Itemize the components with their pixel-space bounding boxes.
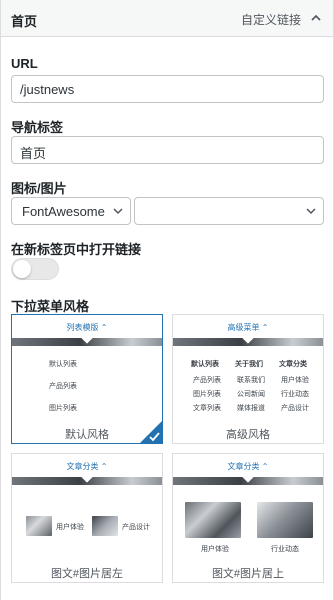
toggle-knob [13, 260, 31, 278]
preview-item: 图片列表 [193, 391, 221, 398]
icon-label: 图标/图片 [11, 181, 67, 196]
preview-item: 默认列表 [49, 361, 77, 368]
card-caption: 图文#图片居左 [50, 568, 124, 580]
preview-heading: 文章分类 [279, 361, 307, 368]
selected-check-icon [140, 421, 162, 443]
preview-photo [26, 516, 52, 536]
menu-item-title: 首页 [11, 14, 38, 29]
preview-item: 用户体验 [201, 546, 229, 553]
new-tab-toggle[interactable] [11, 258, 59, 280]
url-input[interactable]: /justnews [11, 75, 324, 103]
card-caption: 高级风格 [226, 429, 270, 441]
preview-item: 产品列表 [49, 383, 77, 390]
chevron-down-icon [113, 208, 123, 215]
preview-item: 行业动态 [271, 546, 299, 553]
preview-item: 产品设计 [281, 405, 309, 412]
preview-heading: 默认列表 [191, 361, 219, 368]
card-banner [173, 471, 323, 485]
preview-photo [92, 516, 118, 536]
preview-photo [185, 502, 241, 538]
preview-item: 图片列表 [49, 405, 77, 412]
menu-item-type: 自定义链接 [240, 13, 301, 27]
preview-item: 行业动态 [281, 391, 309, 398]
preview-item: 用户体验 [56, 524, 84, 531]
card-banner [173, 332, 323, 346]
icon-type-select[interactable]: FontAwesome [11, 197, 131, 225]
dropdown-style-default[interactable]: 列表模版 ⌃ 默认列表 产品列表 图片列表 默认风格 [11, 314, 163, 444]
preview-heading: 关于我们 [235, 361, 263, 368]
preview-item: 产品设计 [122, 524, 150, 531]
dropdown-style-advanced[interactable]: 高级菜单 ⌃ 默认列表 产品列表 图片列表 文章列表 关于我们 联系我们 公司新… [172, 314, 324, 444]
preview-item: 联系我们 [237, 377, 265, 384]
card-caption: 图文#图片居上 [211, 568, 285, 580]
dropdown-style-label: 下拉菜单风格 [11, 299, 90, 314]
preview-item: 公司新闻 [237, 391, 265, 398]
preview-item: 用户体验 [281, 377, 309, 384]
preview-item: 文章列表 [193, 405, 221, 412]
icon-value-select[interactable] [134, 197, 324, 225]
new-tab-label: 在新标签页中打开链接 [11, 242, 142, 257]
url-label: URL [11, 56, 38, 71]
chevron-down-icon [306, 208, 316, 215]
nav-label-label: 导航标签 [11, 120, 64, 135]
preview-item: 产品列表 [193, 377, 221, 384]
preview-item: 媒体报道 [237, 405, 265, 412]
preview-photo [257, 502, 313, 538]
card-banner [12, 332, 162, 346]
menu-item-settings-panel: 首页 自定义链接 URL /justnews 导航标签 首页 图标/图片 Fon… [0, 0, 334, 600]
dropdown-style-image-left[interactable]: 文章分类 ⌃ 用户体验 产品设计 图文#图片居左 [11, 453, 163, 583]
dropdown-style-image-top[interactable]: 文章分类 ⌃ 用户体验 行业动态 图文#图片居上 [172, 453, 324, 583]
nav-label-input[interactable]: 首页 [11, 136, 324, 164]
icon-type-value: FontAwesome [22, 204, 105, 219]
caret-up-icon[interactable] [309, 11, 323, 25]
card-banner [12, 471, 162, 485]
menu-item-header[interactable]: 首页 自定义链接 [1, 0, 333, 37]
